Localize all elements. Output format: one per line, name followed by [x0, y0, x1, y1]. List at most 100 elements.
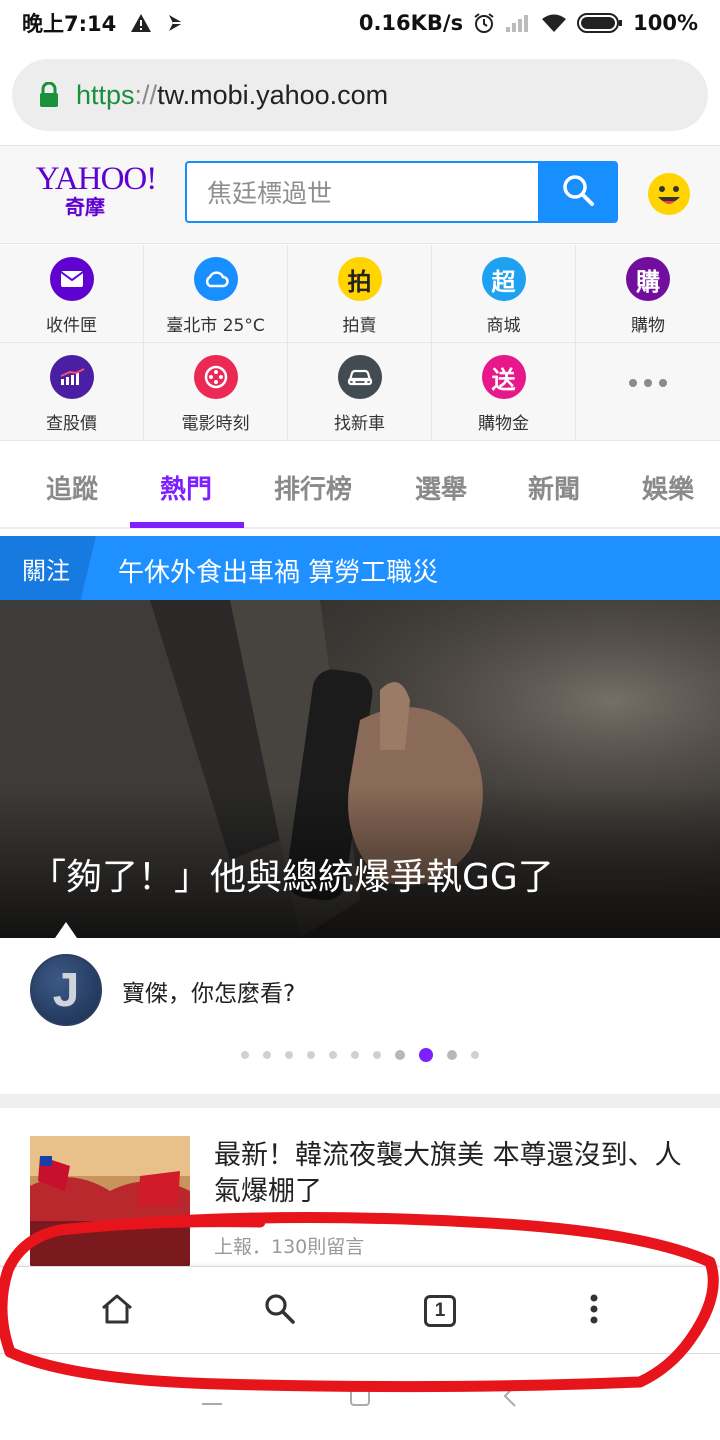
menu-button[interactable] — [574, 1291, 614, 1331]
wifi-icon — [541, 13, 567, 33]
menu-nav-button[interactable] — [200, 1384, 224, 1412]
category-tabs: 追蹤 熱門 排行榜 選舉 新聞 娛樂 — [0, 441, 720, 529]
shortcut-grid: 收件匣 臺北市 25°C 拍 拍賣 超 商城 購 購物 查股價 電影時刻 找新車 — [0, 245, 720, 441]
shortcut-label: 電影時刻 — [181, 414, 250, 434]
carousel-dot[interactable] — [241, 1051, 249, 1059]
carousel-dot[interactable] — [419, 1048, 433, 1062]
search-icon — [561, 173, 595, 211]
shortcut-mall[interactable]: 超 商城 — [432, 245, 576, 343]
weather-icon — [193, 257, 238, 301]
shortcut-shopping[interactable]: 購 購物 — [576, 245, 720, 343]
shortcut-label: 查股價 — [46, 414, 97, 434]
notification-icon — [166, 13, 186, 33]
battery-level: 100% — [633, 11, 698, 35]
battery-icon — [577, 12, 623, 34]
mall-icon: 超 — [481, 257, 526, 301]
url-host: tw.mobi.yahoo.com — [157, 79, 389, 110]
commenter-avatar: J — [30, 954, 102, 1026]
carousel-dot[interactable] — [395, 1050, 405, 1060]
shortcut-label: 收件匣 — [46, 316, 97, 336]
search-button[interactable] — [538, 161, 618, 223]
warning-icon — [130, 13, 152, 33]
shortcut-more[interactable] — [576, 343, 720, 441]
browser-chrome: https://tw.mobi.yahoo.com — [0, 46, 720, 146]
car-icon — [337, 355, 382, 399]
carousel-dot[interactable] — [329, 1051, 337, 1059]
carousel-dot[interactable] — [307, 1051, 315, 1059]
movie-icon — [193, 355, 238, 399]
shortcut-label: 購物 — [631, 316, 665, 336]
shortcut-label: 商城 — [486, 316, 521, 336]
auction-icon: 拍 — [337, 257, 382, 301]
address-bar[interactable]: https://tw.mobi.yahoo.com — [12, 59, 708, 131]
mail-icon — [49, 257, 94, 301]
comment-text: 寶傑，你怎麼看? — [122, 981, 296, 1007]
more-vertical-icon — [589, 1293, 599, 1329]
section-divider — [0, 1094, 720, 1108]
stock-icon — [49, 355, 94, 399]
signal-icon — [505, 13, 531, 33]
carousel-dot[interactable] — [263, 1051, 271, 1059]
tab-follow[interactable]: 追蹤 — [46, 469, 98, 506]
home-icon — [100, 1293, 134, 1329]
shortcut-label: 找新車 — [334, 414, 385, 434]
carousel-indicator — [0, 1048, 720, 1062]
back-icon — [500, 1385, 520, 1412]
shortcut-weather[interactable]: 臺北市 25°C — [144, 245, 288, 343]
shortcut-stock[interactable]: 查股價 — [0, 343, 144, 441]
shortcut-label: 臺北市 25°C — [166, 316, 265, 336]
home-nav-button[interactable] — [348, 1384, 372, 1412]
logo-subtext: 奇摩 — [65, 195, 105, 219]
tab-count: 1 — [424, 1295, 456, 1327]
hero-pointer — [55, 922, 77, 938]
home-button[interactable] — [97, 1291, 137, 1331]
shortcut-car[interactable]: 找新車 — [288, 343, 432, 441]
carousel-dot[interactable] — [373, 1051, 381, 1059]
shortcut-mail[interactable]: 收件匣 — [0, 245, 144, 343]
home-square-icon — [348, 1386, 372, 1412]
focus-tag: 關注 — [0, 536, 96, 600]
tabs-button[interactable]: 1 — [420, 1291, 460, 1331]
voucher-icon: 送 — [481, 355, 526, 399]
shortcut-auction[interactable]: 拍 拍賣 — [288, 245, 432, 343]
menu-icon — [200, 1393, 224, 1412]
tab-ranking[interactable]: 排行榜 — [274, 469, 352, 506]
hero-story[interactable]: 「夠了！」他與總統爆爭執GG了 — [0, 600, 720, 938]
status-time: 晚上7:14 — [22, 12, 117, 36]
carousel-dot[interactable] — [351, 1051, 359, 1059]
search-icon — [263, 1292, 297, 1330]
comment-prompt[interactable]: J 寶傑，你怎麼看? — [0, 938, 720, 1094]
shortcut-label: 購物金 — [478, 414, 529, 434]
system-nav-bar — [0, 1354, 720, 1440]
news-thumbnail — [30, 1136, 190, 1266]
hero-caption: 「夠了！」他與總統爆爭執GG了 — [30, 857, 554, 898]
carousel-dot[interactable] — [285, 1051, 293, 1059]
search-input[interactable]: 焦廷標過世 — [185, 161, 539, 223]
alarm-icon — [473, 12, 495, 34]
focus-banner[interactable]: 關注 午休外食出車禍 算勞工職災 — [0, 536, 720, 600]
news-item[interactable]: 最新！韓流夜襲大旗美 本尊還沒到、人氣爆棚了 上報．130則留言 — [0, 1108, 720, 1268]
news-title: 最新！韓流夜襲大旗美 本尊還沒到、人氣爆棚了 — [214, 1140, 682, 1207]
lock-icon — [38, 82, 60, 108]
shortcut-label: 拍賣 — [342, 316, 377, 336]
tab-election[interactable]: 選舉 — [415, 469, 467, 506]
browser-bottom-toolbar: 1 — [0, 1266, 720, 1354]
yahoo-logo[interactable]: YAHOO! 奇摩 — [26, 162, 166, 218]
network-speed: 0.16KB/s — [358, 11, 464, 35]
status-bar: 晚上7:14 0.16KB/s 100% — [0, 0, 720, 46]
back-nav-button[interactable] — [500, 1384, 520, 1412]
tab-entertainment[interactable]: 娛樂 — [642, 469, 694, 506]
profile-avatar-icon[interactable] — [647, 172, 691, 216]
news-meta: 上報．130則留言 — [214, 1236, 365, 1258]
shortcut-movie[interactable]: 電影時刻 — [144, 343, 288, 441]
carousel-dot[interactable] — [447, 1050, 457, 1060]
shortcut-voucher[interactable]: 送 購物金 — [432, 343, 576, 441]
tab-popular[interactable]: 熱門 — [160, 469, 212, 506]
carousel-dot[interactable] — [471, 1051, 479, 1059]
url-separator: :// — [134, 79, 158, 110]
focus-headline: 午休外食出車禍 算勞工職災 — [118, 558, 439, 588]
search-toolbar-button[interactable] — [260, 1291, 300, 1331]
more-icon — [629, 379, 667, 387]
tab-news[interactable]: 新聞 — [528, 469, 580, 506]
active-tab-indicator — [130, 522, 244, 528]
